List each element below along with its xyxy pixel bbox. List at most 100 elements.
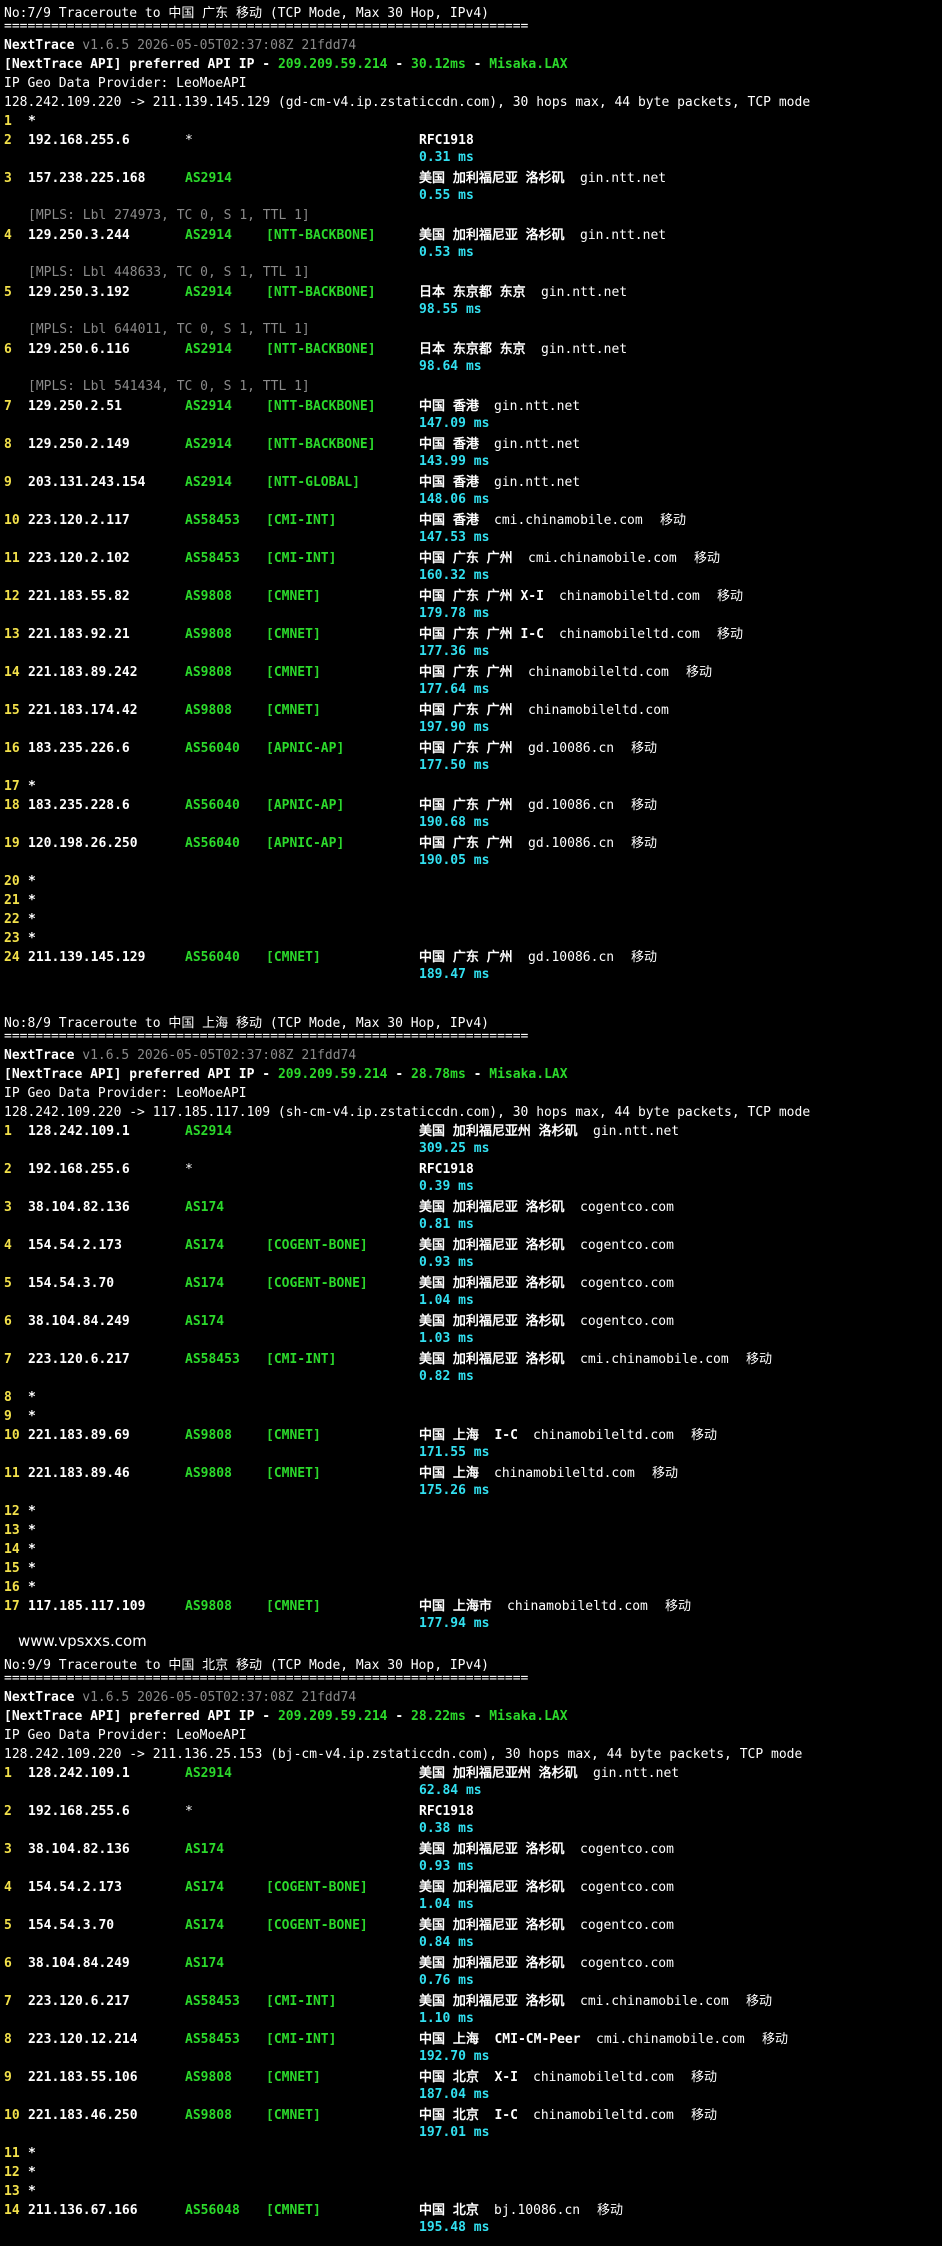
api-ip: 209.209.59.214 xyxy=(277,1067,388,1082)
hop-number: 1 xyxy=(4,1124,12,1139)
hop-ip: 129.250.6.116 xyxy=(28,342,130,357)
hop-ip: 192.168.255.6 xyxy=(28,1804,130,1819)
hop-ip: 221.183.89.46 xyxy=(28,1466,130,1481)
hop-number: 7 xyxy=(4,1352,12,1367)
hop-asn: AS174 xyxy=(185,1918,225,1933)
hop-number: 15 xyxy=(4,1561,20,1576)
hop-ip: 221.183.89.242 xyxy=(28,665,138,680)
hop-latency: 189.47 ms xyxy=(419,967,490,982)
timeout-marker: * xyxy=(28,931,36,946)
nexttrace-name: NextTrace xyxy=(4,1048,75,1063)
hop-network-tag: [CMNET] xyxy=(266,665,321,680)
hop-asn: AS9808 xyxy=(185,1599,232,1614)
hop-number: 10 xyxy=(4,2108,20,2123)
hop-ip: 128.242.109.1 xyxy=(28,1124,130,1139)
terminal-line: [NextTrace API] preferred API IP - 209.2… xyxy=(4,55,568,74)
hop-hostname: chinamobileltd.com xyxy=(559,589,700,604)
hop-latency: 177.94 ms xyxy=(419,1616,490,1631)
hop-number: 5 xyxy=(4,1918,12,1933)
hop-asn: AS9808 xyxy=(185,665,232,680)
terminal-line: NextTrace v1.6.5 2026-05-05T02:37:08Z 21… xyxy=(4,36,356,55)
hop-number: 7 xyxy=(4,1994,12,2009)
timeout-marker: * xyxy=(28,1523,36,1538)
hop-latency: 1.04 ms xyxy=(419,1293,474,1308)
hop-number: 24 xyxy=(4,950,20,965)
api-node: Misaka.LAX xyxy=(489,1067,568,1082)
watermark-text: www.vpsxxs.com xyxy=(18,1632,147,1650)
hop-asn: AS174 xyxy=(185,1238,225,1253)
timeout-marker: * xyxy=(28,1580,36,1595)
hop-network-tag: [NTT-BACKBONE] xyxy=(266,228,376,243)
hop-number: 12 xyxy=(4,1504,20,1519)
hop-isp: 移动 xyxy=(665,1599,692,1614)
hop-hostname: cmi.chinamobile.com xyxy=(580,1994,729,2009)
hop-asn: AS58453 xyxy=(185,1994,240,2009)
hop-number: 8 xyxy=(4,437,12,452)
hop-ip: 223.120.2.117 xyxy=(28,513,130,528)
hop-number: 2 xyxy=(4,1162,12,1177)
hop-network-tag: [NTT-BACKBONE] xyxy=(266,285,376,300)
hop-latency: 0.55 ms xyxy=(419,188,474,203)
terminal-line: [NextTrace API] preferred API IP - 209.2… xyxy=(4,1065,568,1084)
hop-isp: 移动 xyxy=(660,513,687,528)
timeout-marker: * xyxy=(28,114,36,129)
hop-number: 7 xyxy=(4,399,12,414)
route-info: 128.242.109.220 -> 117.185.117.109 (sh-c… xyxy=(4,1105,811,1120)
api-node: Misaka.LAX xyxy=(489,57,568,72)
nexttrace-name: NextTrace xyxy=(4,38,75,53)
hop-isp: 移动 xyxy=(762,2032,789,2047)
hop-number: 4 xyxy=(4,228,12,243)
hop-number: 2 xyxy=(4,1804,12,1819)
hop-network-tag: [COGENT-BONE] xyxy=(266,1238,368,1253)
separator: ========================================… xyxy=(4,1671,529,1686)
hop-ip: 154.54.3.70 xyxy=(28,1276,115,1291)
api-latency: 28.22ms xyxy=(411,1709,466,1724)
hop-hostname: gin.ntt.net xyxy=(541,285,628,300)
geo-provider: IP Geo Data Provider: LeoMoeAPI xyxy=(4,76,247,91)
hop-latency: 190.05 ms xyxy=(419,853,490,868)
hop-asn: AS2914 xyxy=(185,437,232,452)
geo-provider: IP Geo Data Provider: LeoMoeAPI xyxy=(4,1728,247,1743)
hop-number: 17 xyxy=(4,1599,20,1614)
hop-number: 13 xyxy=(4,627,20,642)
hop-hostname: cogentco.com xyxy=(580,1314,674,1329)
hop-asn: AS9808 xyxy=(185,2108,232,2123)
hop-isp: 移动 xyxy=(631,798,658,813)
hop-latency: 143.99 ms xyxy=(419,454,490,469)
api-dash: - xyxy=(465,57,490,72)
hop-network-tag: [CMNET] xyxy=(266,627,321,642)
hop-number: 10 xyxy=(4,1428,20,1443)
hop-hostname: cogentco.com xyxy=(580,1918,674,1933)
hop-number: 5 xyxy=(4,285,12,300)
route-info: 128.242.109.220 -> 211.139.145.129 (gd-c… xyxy=(4,95,811,110)
terminal-line: IP Geo Data Provider: LeoMoeAPI xyxy=(4,1084,247,1103)
hop-number: 3 xyxy=(4,1200,12,1215)
hop-asn: AS174 xyxy=(185,1956,225,1971)
hop-asn: AS174 xyxy=(185,1200,225,1215)
hop-network-tag: [COGENT-BONE] xyxy=(266,1918,368,1933)
hop-asn: AS58453 xyxy=(185,1352,240,1367)
hop-number: 12 xyxy=(4,589,20,604)
hop-ip: 211.139.145.129 xyxy=(28,950,146,965)
api-dash: - xyxy=(465,1709,490,1724)
hop-hostname: cogentco.com xyxy=(580,1200,674,1215)
hop-asn: AS2914 xyxy=(185,475,232,490)
hop-isp: 移动 xyxy=(631,741,658,756)
hop-ip: 38.104.82.136 xyxy=(28,1842,130,1857)
hop-network-tag: [CMI-INT] xyxy=(266,1352,337,1367)
hop-asn: AS58453 xyxy=(185,551,240,566)
hop-ip: 203.131.243.154 xyxy=(28,475,146,490)
hop-ip: 221.183.55.106 xyxy=(28,2070,138,2085)
timeout-marker: * xyxy=(28,1390,36,1405)
hop-number: 16 xyxy=(4,1580,20,1595)
hop-number: 1 xyxy=(4,114,12,129)
hop-network-tag: [CMNET] xyxy=(266,1466,321,1481)
hop-ip: 192.168.255.6 xyxy=(28,133,130,148)
hop-number: 13 xyxy=(4,1523,20,1538)
hop-hostname: gin.ntt.net xyxy=(580,171,667,186)
hop-asn: AS174 xyxy=(185,1314,225,1329)
hop-number: 14 xyxy=(4,1542,20,1557)
hop-asn: AS9808 xyxy=(185,703,232,718)
hop-ip: 157.238.225.168 xyxy=(28,171,146,186)
hop-number: 8 xyxy=(4,2032,12,2047)
